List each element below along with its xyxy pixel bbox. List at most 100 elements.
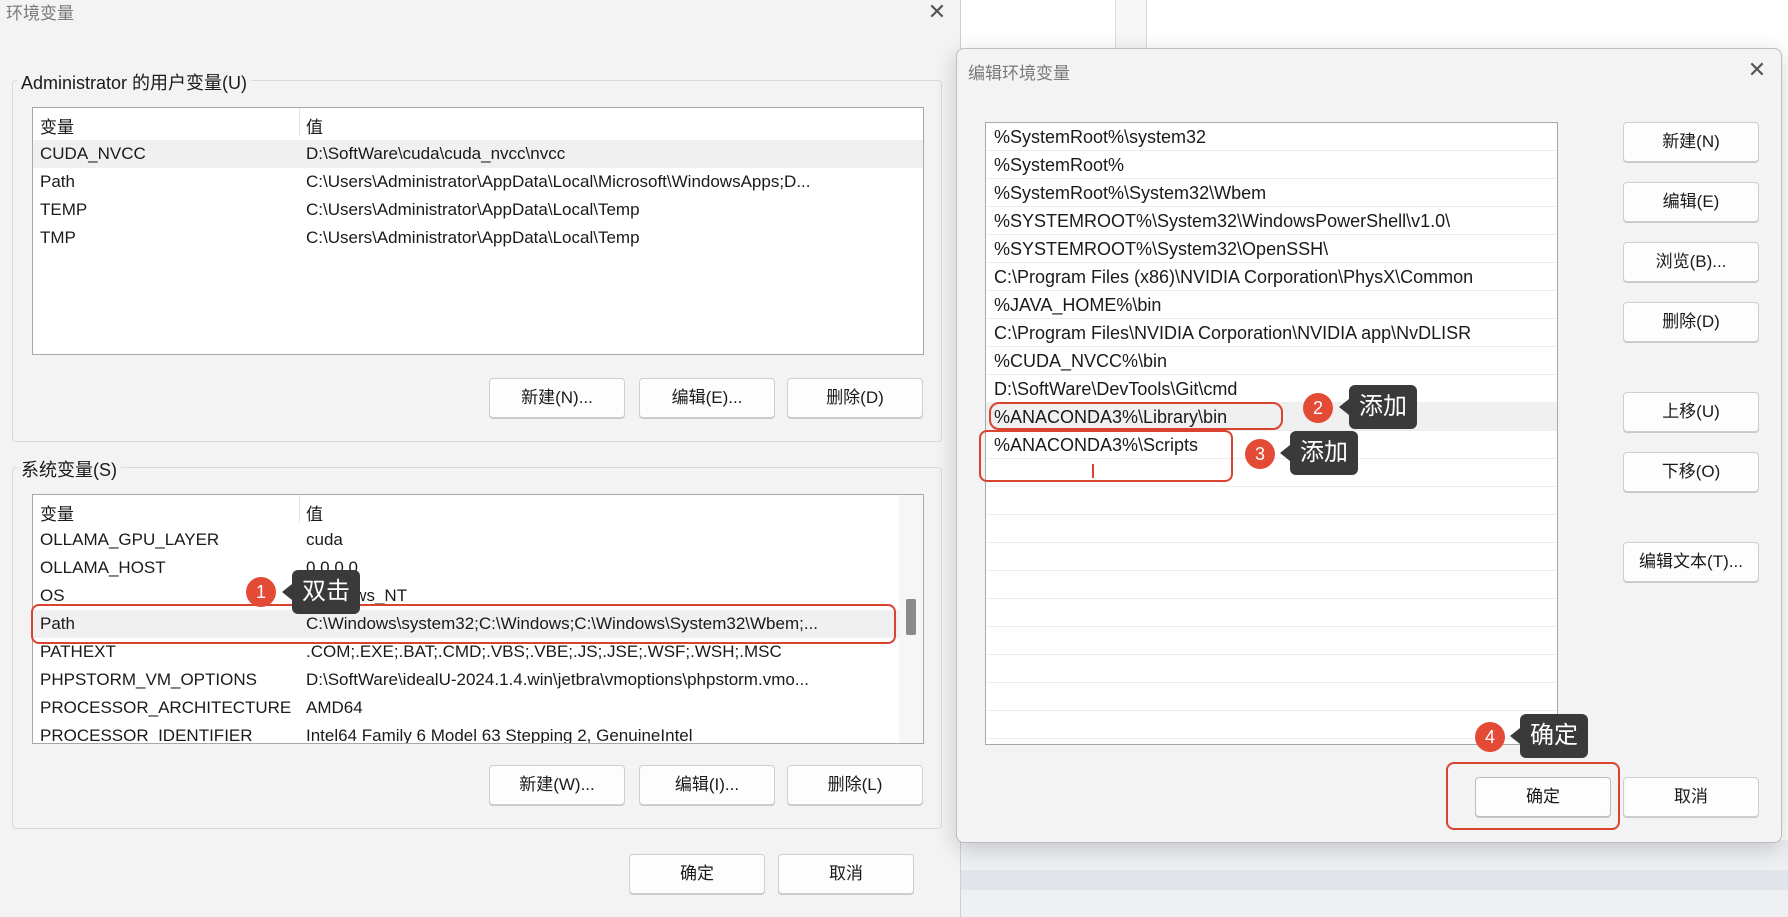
table-row[interactable]: CUDA_NVCC D:\SoftWare\cuda\cuda_nvcc\nvc… <box>33 140 923 168</box>
new-button[interactable]: 新建(N) <box>1623 122 1759 162</box>
list-item[interactable]: %SYSTEMROOT%\System32\OpenSSH\ <box>986 235 1557 263</box>
annotation-tooltip-1: 双击 <box>282 570 360 614</box>
list-item[interactable]: %SystemRoot% <box>986 151 1557 179</box>
row-name: PROCESSOR_ARCHITECTURE <box>40 698 292 717</box>
annotation-tooltip-4: 确定 <box>1510 714 1588 758</box>
user-new-button[interactable]: 新建(N)... <box>489 378 625 418</box>
dialog-title: 编辑环境变量 <box>968 64 1070 83</box>
user-variables-list[interactable]: 变量 值 CUDA_NVCC D:\SoftWare\cuda\cuda_nvc… <box>32 107 924 355</box>
list-header: 变量 值 <box>33 495 923 525</box>
row-value: Intel64 Family 6 Model 63 Stepping 2, Ge… <box>306 726 693 744</box>
path-text: %SystemRoot%\System32\Wbem <box>994 183 1267 203</box>
row-value: cuda <box>306 530 343 549</box>
row-name: PROCESSOR_IDENTIFIER <box>40 726 253 744</box>
annotation-highlight-ok <box>1446 762 1620 830</box>
row-name: OLLAMA_GPU_LAYER <box>40 530 220 549</box>
row-name: Path <box>40 172 75 191</box>
table-row[interactable]: PROCESSOR_IDENTIFIER Intel64 Family 6 Mo… <box>33 722 923 744</box>
list-item-empty[interactable] <box>986 515 1557 543</box>
list-item-empty[interactable] <box>986 599 1557 627</box>
move-up-button[interactable]: 上移(U) <box>1623 392 1759 432</box>
table-row[interactable]: Path C:\Users\Administrator\AppData\Loca… <box>33 168 923 196</box>
list-item[interactable]: D:\SoftWare\DevTools\Git\cmd <box>986 375 1557 403</box>
list-item[interactable]: C:\Program Files\NVIDIA Corporation\NVID… <box>986 319 1557 347</box>
edit-button[interactable]: 编辑(E) <box>1623 182 1759 222</box>
path-text: %SYSTEMROOT%\System32\WindowsPowerShell\… <box>994 211 1451 231</box>
annotation-badge-3: 3 <box>1245 439 1275 469</box>
path-text: D:\SoftWare\DevTools\Git\cmd <box>994 379 1238 399</box>
header-value[interactable]: 值 <box>306 113 323 138</box>
table-row[interactable]: TMP C:\Users\Administrator\AppData\Local… <box>33 224 923 252</box>
system-new-button[interactable]: 新建(W)... <box>489 765 625 805</box>
list-item-empty[interactable] <box>986 571 1557 599</box>
row-value: C:\Users\Administrator\AppData\Local\Mic… <box>306 172 811 191</box>
delete-button[interactable]: 删除(D) <box>1623 302 1759 342</box>
row-name: PATHEXT <box>40 642 116 661</box>
list-item[interactable]: %CUDA_NVCC%\bin <box>986 347 1557 375</box>
ok-button[interactable]: 确定 <box>629 854 765 894</box>
annotation-highlight-scripts <box>979 430 1233 482</box>
row-name: PHPSTORM_VM_OPTIONS <box>40 670 257 689</box>
list-item[interactable]: %SYSTEMROOT%\System32\WindowsPowerShell\… <box>986 207 1557 235</box>
edit-text-button[interactable]: 编辑文本(T)... <box>1623 542 1759 582</box>
row-name: TMP <box>40 228 76 247</box>
table-row[interactable]: TEMP C:\Users\Administrator\AppData\Loca… <box>33 196 923 224</box>
list-item-empty[interactable] <box>986 683 1557 711</box>
annotation-badge-1: 1 <box>246 577 276 607</box>
system-variables-legend: 系统变量(S) <box>17 456 121 482</box>
row-value: AMD64 <box>306 698 363 717</box>
row-value: D:\SoftWare\idealU-2024.1.4.win\jetbra\v… <box>306 670 809 689</box>
system-edit-button[interactable]: 编辑(I)... <box>639 765 775 805</box>
path-text: %SystemRoot% <box>994 155 1125 175</box>
list-item-empty[interactable] <box>986 627 1557 655</box>
path-text: %SYSTEMROOT%\System32\OpenSSH\ <box>994 239 1329 259</box>
scrollbar-thumb[interactable] <box>906 599 916 635</box>
row-name: CUDA_NVCC <box>40 144 146 163</box>
list-header: 变量 值 <box>33 108 923 138</box>
list-item[interactable]: %SystemRoot%\System32\Wbem <box>986 179 1557 207</box>
annotation-badge-2: 2 <box>1303 393 1333 423</box>
close-icon[interactable]: ✕ <box>922 0 952 27</box>
cancel-button[interactable]: 取消 <box>1623 777 1759 817</box>
row-value: .COM;.EXE;.BAT;.CMD;.VBS;.VBE;.JS;.JSE;.… <box>306 642 782 661</box>
user-delete-button[interactable]: 删除(D) <box>787 378 923 418</box>
browse-button[interactable]: 浏览(B)... <box>1623 242 1759 282</box>
header-value[interactable]: 值 <box>306 500 323 525</box>
annotation-highlight-library-bin <box>989 402 1283 430</box>
close-icon[interactable]: ✕ <box>1742 55 1772 85</box>
cancel-button[interactable]: 取消 <box>778 854 914 894</box>
scrollbar[interactable] <box>899 495 923 743</box>
path-text: %CUDA_NVCC%\bin <box>994 351 1168 371</box>
list-item-empty[interactable] <box>986 711 1557 739</box>
annotation-tooltip-3: 添加 <box>1280 431 1358 475</box>
move-down-button[interactable]: 下移(O) <box>1623 452 1759 492</box>
table-row[interactable]: PHPSTORM_VM_OPTIONS D:\SoftWare\idealU-2… <box>33 666 923 694</box>
dialog-title: 环境变量 <box>6 4 74 23</box>
list-item[interactable]: %JAVA_HOME%\bin <box>986 291 1557 319</box>
system-delete-button[interactable]: 删除(L) <box>787 765 923 805</box>
row-name: OLLAMA_HOST <box>40 558 166 577</box>
table-row[interactable]: OLLAMA_HOST 0.0.0.0 <box>33 554 923 582</box>
list-item-empty[interactable] <box>986 543 1557 571</box>
annotation-badge-4: 4 <box>1475 722 1505 752</box>
row-value: C:\Users\Administrator\AppData\Local\Tem… <box>306 200 640 219</box>
path-text: %SystemRoot%\system32 <box>994 127 1207 147</box>
path-text: %JAVA_HOME%\bin <box>994 295 1162 315</box>
list-item[interactable]: %SystemRoot%\system32 <box>986 123 1557 151</box>
list-item-empty[interactable] <box>986 487 1557 515</box>
row-value: D:\SoftWare\cuda\cuda_nvcc\nvcc <box>306 144 566 163</box>
user-variables-legend: Administrator 的用户变量(U) <box>17 69 252 95</box>
user-edit-button[interactable]: 编辑(E)... <box>639 378 775 418</box>
row-name: TEMP <box>40 200 88 219</box>
path-text: C:\Program Files (x86)\NVIDIA Corporatio… <box>994 267 1474 287</box>
header-variable[interactable]: 变量 <box>40 113 74 138</box>
list-item-empty[interactable] <box>986 655 1557 683</box>
list-item[interactable]: C:\Program Files (x86)\NVIDIA Corporatio… <box>986 263 1557 291</box>
background-bar <box>960 870 1788 890</box>
table-row[interactable]: PROCESSOR_ARCHITECTURE AMD64 <box>33 694 923 722</box>
table-row[interactable]: OLLAMA_GPU_LAYER cuda <box>33 526 923 554</box>
path-text: C:\Program Files\NVIDIA Corporation\NVID… <box>994 323 1472 343</box>
header-variable[interactable]: 变量 <box>40 500 74 525</box>
row-value: C:\Users\Administrator\AppData\Local\Tem… <box>306 228 640 247</box>
text-caret <box>1092 464 1094 478</box>
